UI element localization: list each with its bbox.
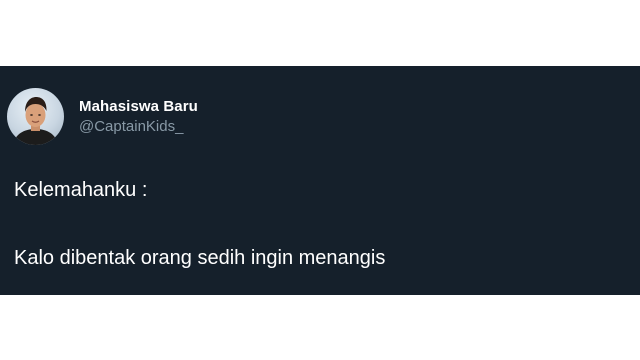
tweet-line-statement: Kalo dibentak orang sedih ingin menangis xyxy=(14,247,386,269)
author-name-block: Mahasiswa Baru @CaptainKids_ xyxy=(79,97,198,136)
avatar[interactable] xyxy=(7,88,64,145)
author-handle[interactable]: @CaptainKids_ xyxy=(79,117,198,136)
avatar-portrait-icon xyxy=(13,97,58,145)
tweet-card[interactable]: Mahasiswa Baru @CaptainKids_ Kelemahanku… xyxy=(0,66,640,295)
screenshot-page: Mahasiswa Baru @CaptainKids_ Kelemahanku… xyxy=(0,0,640,360)
tweet-line-heading: Kelemahanku : xyxy=(14,179,148,201)
tweet-body: Kelemahanku : Kalo dibentak orang sedih … xyxy=(14,178,385,270)
tweet-header: Mahasiswa Baru @CaptainKids_ xyxy=(7,88,198,145)
author-display-name[interactable]: Mahasiswa Baru xyxy=(79,97,198,116)
